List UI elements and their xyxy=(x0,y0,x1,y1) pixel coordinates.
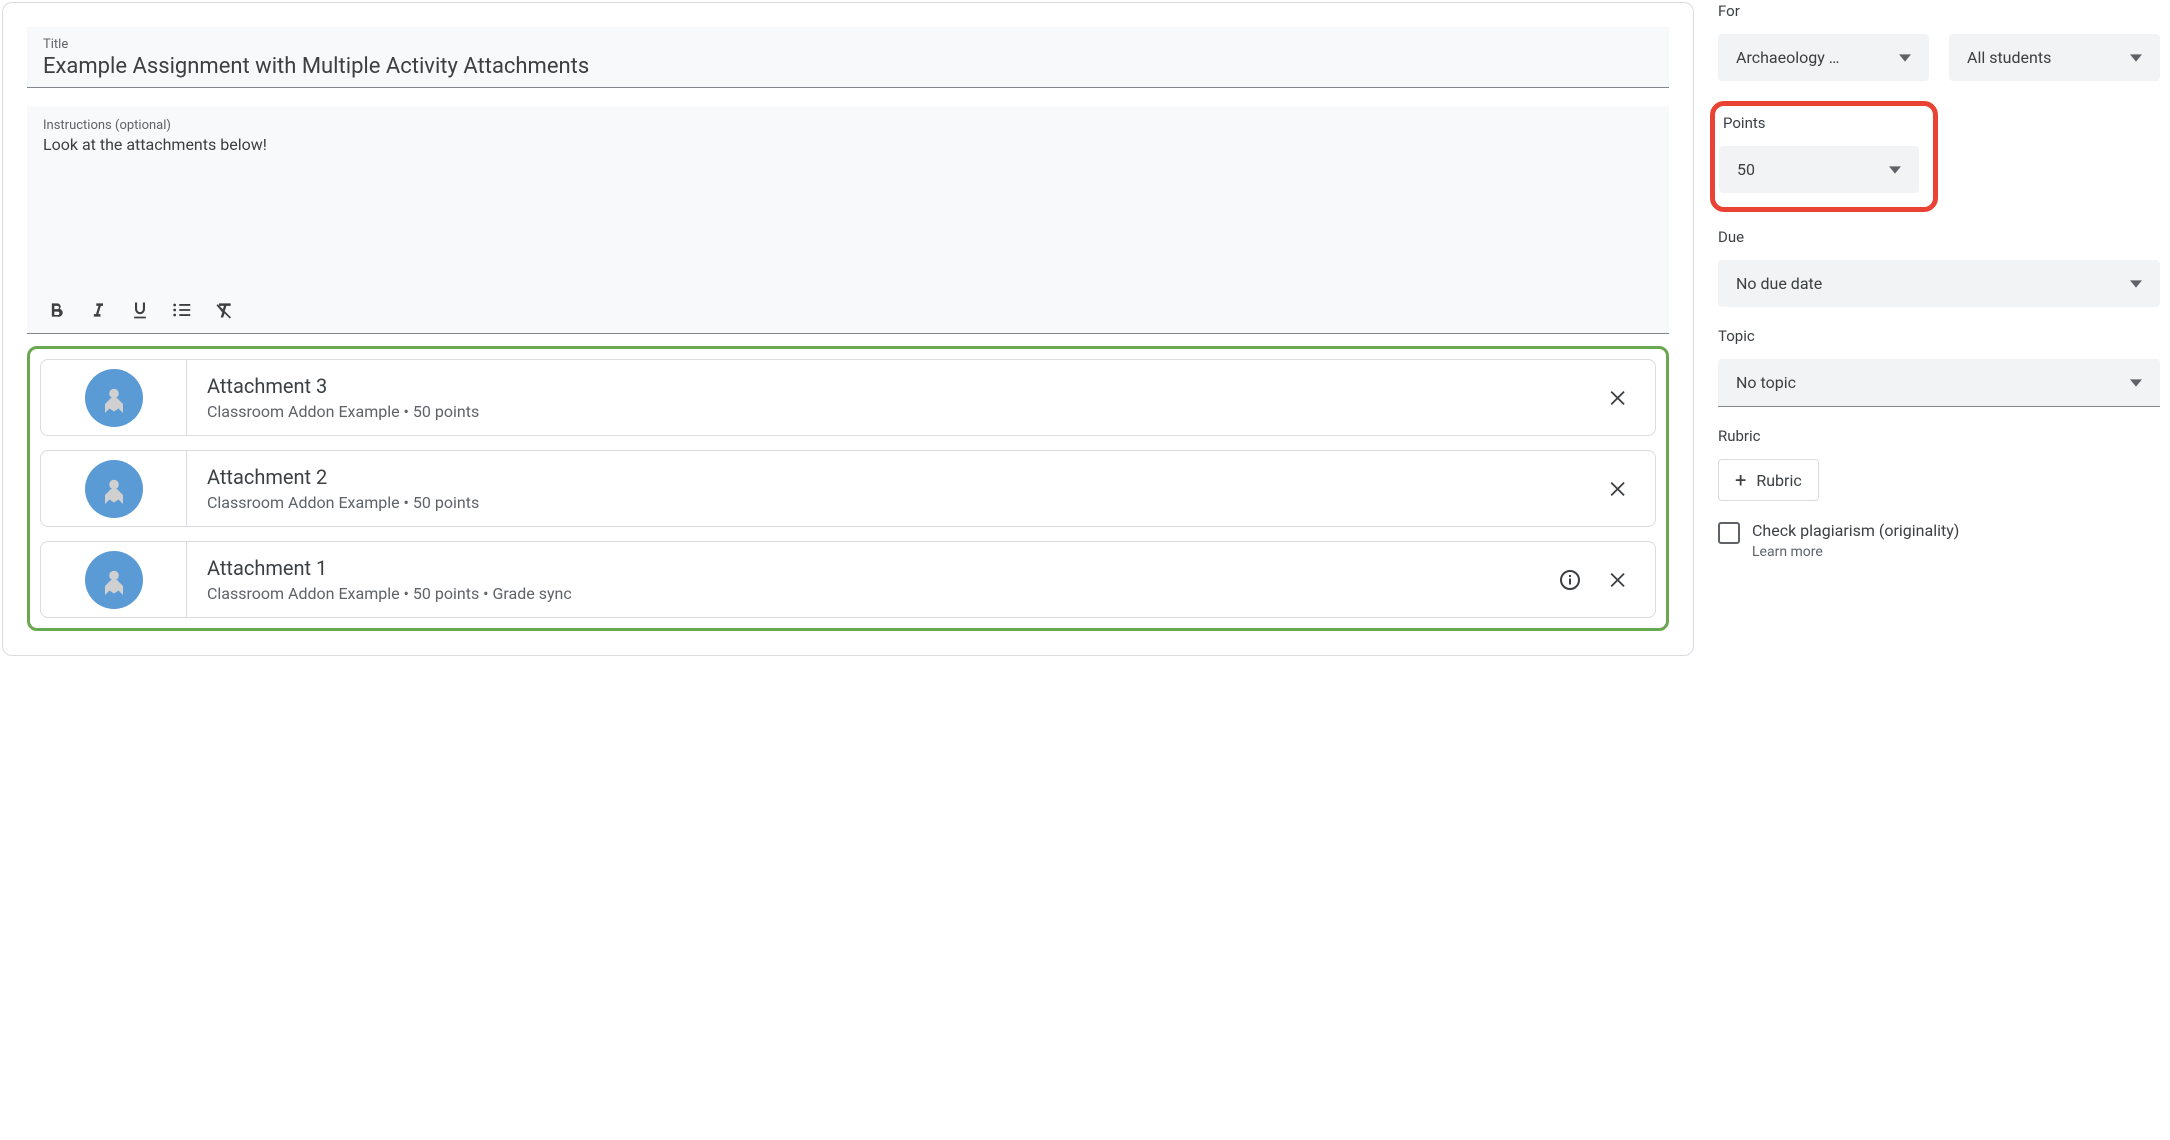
for-section: For Archaeology … All students xyxy=(1718,2,2160,81)
due-label: Due xyxy=(1718,228,2160,246)
close-icon xyxy=(1607,569,1629,591)
close-icon xyxy=(1607,387,1629,409)
assignment-editor: Title Instructions (optional) xyxy=(2,2,1694,656)
points-dropdown[interactable]: 50 xyxy=(1719,146,1919,193)
attachment-title: Attachment 1 xyxy=(207,556,1535,580)
rubric-button-label: Rubric xyxy=(1756,471,1801,490)
clear-formatting-button[interactable] xyxy=(211,297,237,323)
bulleted-list-button[interactable] xyxy=(169,297,195,323)
remove-attachment-button[interactable] xyxy=(1603,383,1633,413)
attachment-body: Attachment 3 Classroom Addon Example • 5… xyxy=(187,360,1603,435)
topic-dropdown[interactable]: No topic xyxy=(1718,359,2160,407)
attachment-icon-cell xyxy=(41,542,187,617)
title-input[interactable] xyxy=(43,54,1653,79)
attachment-subtitle: Classroom Addon Example • 50 points • Gr… xyxy=(207,584,1535,603)
for-label: For xyxy=(1718,2,2160,20)
caret-down-icon xyxy=(1889,164,1901,176)
bold-button[interactable] xyxy=(43,297,69,323)
class-dropdown[interactable]: Archaeology … xyxy=(1718,34,1929,81)
plagiarism-row: Check plagiarism (originality) Learn mor… xyxy=(1718,521,2160,560)
attachment-icon-cell xyxy=(41,360,187,435)
due-section: Due No due date xyxy=(1718,228,2160,307)
attachment-title: Attachment 3 xyxy=(207,374,1583,398)
points-label: Points xyxy=(1723,114,1919,132)
attachment-body: Attachment 2 Classroom Addon Example • 5… xyxy=(187,451,1603,526)
title-field[interactable]: Title xyxy=(27,27,1669,88)
plagiarism-label: Check plagiarism (originality) xyxy=(1752,521,1959,540)
italic-button[interactable] xyxy=(85,297,111,323)
info-icon xyxy=(1558,568,1582,592)
attachment-actions xyxy=(1603,360,1655,435)
underline-button[interactable] xyxy=(127,297,153,323)
format-toolbar xyxy=(27,287,1669,334)
attachment-card[interactable]: Attachment 3 Classroom Addon Example • 5… xyxy=(40,359,1656,436)
plus-icon: + xyxy=(1735,470,1746,490)
topic-section: Topic No topic xyxy=(1718,327,2160,407)
attachment-icon-cell xyxy=(41,451,187,526)
instructions-input[interactable] xyxy=(43,135,1653,275)
attachment-subtitle: Classroom Addon Example • 50 points xyxy=(207,493,1583,512)
attachment-actions xyxy=(1603,451,1655,526)
attachment-body: Attachment 1 Classroom Addon Example • 5… xyxy=(187,542,1555,617)
rubric-label: Rubric xyxy=(1718,427,2160,445)
caret-down-icon xyxy=(2130,278,2142,290)
instructions-label: Instructions (optional) xyxy=(43,118,1653,133)
addon-icon xyxy=(85,551,143,609)
attachment-title: Attachment 2 xyxy=(207,465,1583,489)
due-date-dropdown[interactable]: No due date xyxy=(1718,260,2160,307)
attachment-info-button[interactable] xyxy=(1555,565,1585,595)
students-value: All students xyxy=(1967,48,2063,67)
learn-more-link[interactable]: Learn more xyxy=(1752,544,1959,560)
topic-value: No topic xyxy=(1736,373,1808,392)
plagiarism-checkbox[interactable] xyxy=(1718,522,1740,544)
caret-down-icon xyxy=(2130,377,2142,389)
attachment-actions xyxy=(1555,542,1655,617)
add-rubric-button[interactable]: + Rubric xyxy=(1718,459,1819,501)
remove-attachment-button[interactable] xyxy=(1603,474,1633,504)
topic-label: Topic xyxy=(1718,327,2160,345)
attachment-subtitle: Classroom Addon Example • 50 points xyxy=(207,402,1583,421)
points-highlight: Points 50 xyxy=(1710,101,1938,212)
points-value: 50 xyxy=(1737,160,1767,179)
close-icon xyxy=(1607,478,1629,500)
caret-down-icon xyxy=(2130,52,2142,64)
addon-icon xyxy=(85,460,143,518)
attachment-card[interactable]: Attachment 1 Classroom Addon Example • 5… xyxy=(40,541,1656,618)
instructions-field-wrap: Instructions (optional) xyxy=(27,106,1669,287)
title-label: Title xyxy=(43,37,1653,52)
caret-down-icon xyxy=(1899,52,1911,64)
addon-icon xyxy=(85,369,143,427)
remove-attachment-button[interactable] xyxy=(1603,565,1633,595)
students-dropdown[interactable]: All students xyxy=(1949,34,2160,81)
attachments-highlight: Attachment 3 Classroom Addon Example • 5… xyxy=(27,346,1669,631)
attachment-card[interactable]: Attachment 2 Classroom Addon Example • 5… xyxy=(40,450,1656,527)
class-value: Archaeology … xyxy=(1736,48,1851,67)
due-value: No due date xyxy=(1736,274,1834,293)
assignment-sidebar: For Archaeology … All students Points 50… xyxy=(1718,2,2168,656)
rubric-section: Rubric + Rubric xyxy=(1718,427,2160,501)
